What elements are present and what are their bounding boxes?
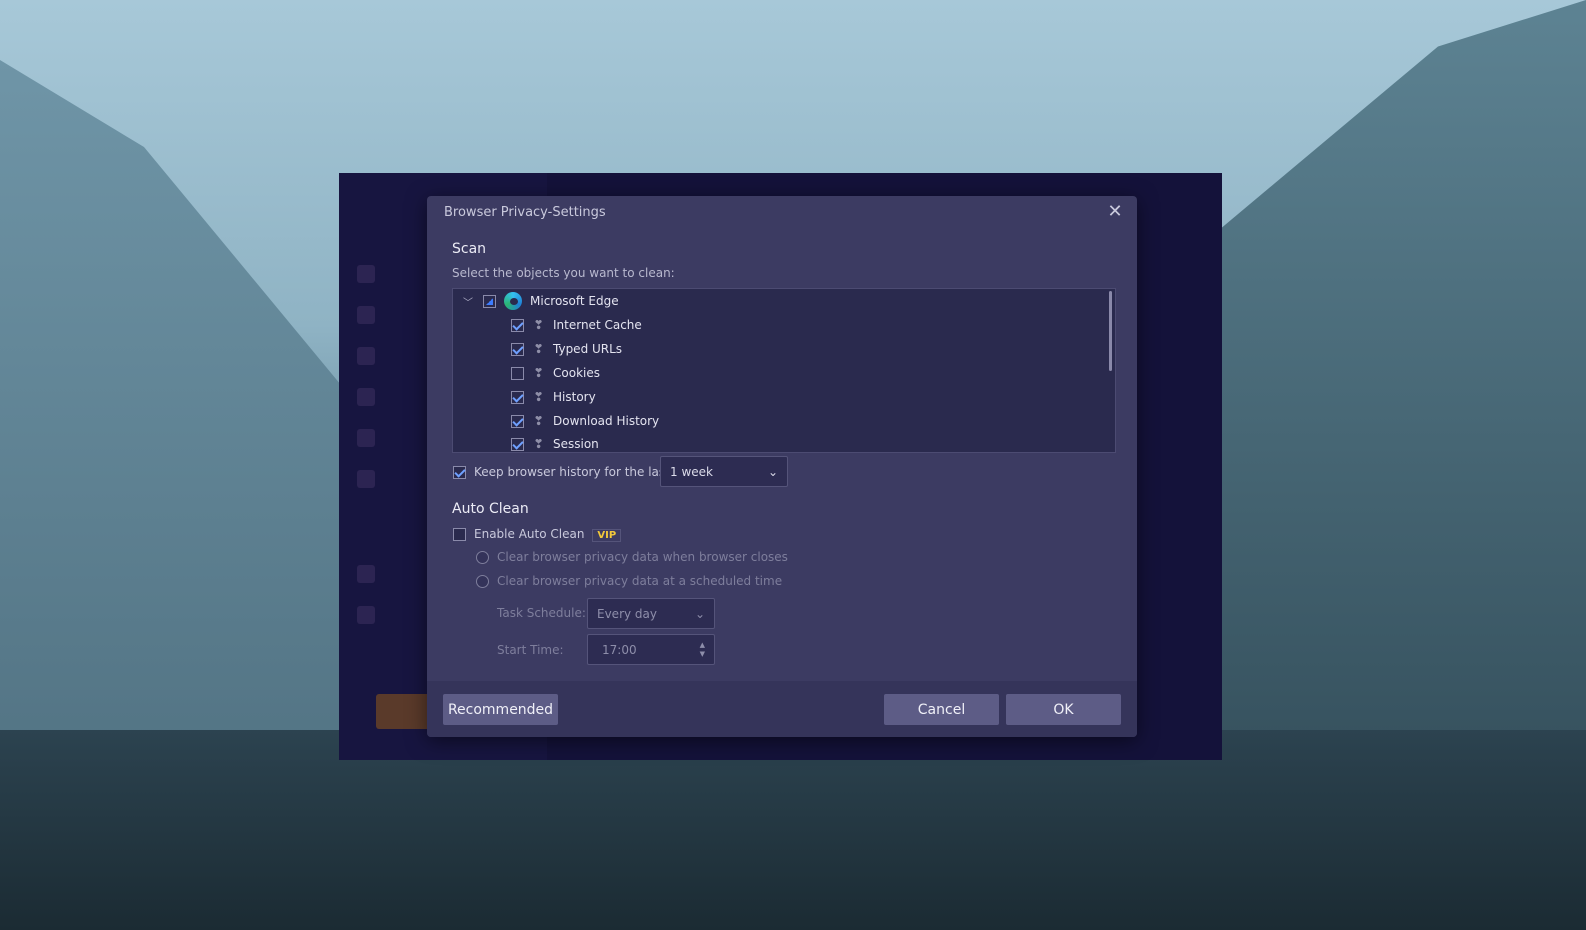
spinner-arrows-icon[interactable]: ▲ ▼ — [700, 641, 705, 659]
start-time-label: Start Time: — [497, 643, 564, 657]
dropdown-value: 1 week — [670, 464, 713, 479]
list-item[interactable]: ❣ Typed URLs — [511, 339, 622, 359]
radio-browser-closes[interactable] — [476, 550, 489, 564]
link-icon — [357, 606, 375, 624]
dialog-footer: Recommended Cancel OK — [427, 681, 1137, 737]
footprint-icon: ❣ — [533, 390, 544, 404]
item-label: Internet Cache — [553, 318, 642, 332]
chevron-down-icon: ⌄ — [767, 464, 778, 479]
download-icon — [357, 347, 375, 365]
option-label: Clear browser privacy data when browser … — [497, 550, 788, 564]
item-label: Typed URLs — [553, 342, 623, 356]
checkbox[interactable] — [511, 366, 524, 380]
keep-history-dropdown[interactable]: 1 week ⌄ — [660, 456, 788, 487]
spinner-value: 17:00 — [602, 642, 637, 657]
browser-privacy-settings-dialog: Browser Privacy-Settings ✕ Scan Select t… — [427, 196, 1137, 737]
footprint-icon: ❣ — [533, 318, 544, 332]
scan-subtitle: Select the objects you want to clean: — [452, 266, 675, 280]
item-label: Session — [553, 437, 599, 451]
checkbox[interactable] — [511, 342, 524, 356]
list-item[interactable]: ❣ Cookies — [511, 363, 600, 383]
item-label: Cookies — [553, 366, 600, 380]
privacy-icon — [357, 565, 375, 583]
list-item[interactable]: ❣ History — [511, 387, 596, 407]
list-item[interactable]: ❣ Internet Cache — [511, 315, 642, 335]
social-icon — [357, 429, 375, 447]
checkbox[interactable] — [511, 414, 524, 428]
checkbox[interactable] — [511, 437, 524, 451]
browser-label: Microsoft Edge — [530, 294, 619, 308]
ai-icon — [357, 306, 375, 324]
recommended-button[interactable]: Recommended — [443, 694, 558, 725]
background-trees — [0, 730, 1586, 930]
dialog-title: Browser Privacy-Settings — [444, 205, 606, 220]
task-schedule-label: Task Schedule: — [497, 606, 586, 620]
home-icon — [357, 265, 375, 283]
enable-auto-clean-checkbox[interactable] — [453, 527, 466, 541]
scan-tree: ﹀ Microsoft Edge ❣ Internet Cache ❣ Typed … — [452, 288, 1116, 453]
checkbox[interactable] — [511, 390, 524, 404]
vip-badge: VIP — [592, 528, 622, 542]
footprint-icon: ❣ — [533, 366, 544, 380]
chevron-down-icon: ⌄ — [694, 606, 705, 621]
keep-history-checkbox[interactable] — [453, 465, 466, 479]
footprint-icon: ❣ — [533, 342, 544, 356]
item-label: Download History — [553, 414, 660, 428]
footprint-icon: ❣ — [533, 437, 544, 451]
item-label: History — [553, 390, 596, 404]
game-icon — [357, 470, 375, 488]
dropdown-value: Every day — [597, 606, 657, 621]
streaming-icon — [357, 388, 375, 406]
task-schedule-dropdown[interactable]: Every day ⌄ — [587, 598, 715, 629]
footprint-icon: ❣ — [533, 414, 544, 428]
edge-icon — [504, 292, 522, 310]
edge-checkbox[interactable] — [483, 294, 496, 308]
checkbox[interactable] — [511, 318, 524, 332]
keep-history-label: Keep browser history for the last — [474, 465, 670, 479]
scan-heading: Scan — [452, 241, 487, 257]
option-label: Clear browser privacy data at a schedule… — [497, 574, 783, 588]
radio-scheduled[interactable] — [476, 574, 489, 588]
scrollbar[interactable] — [1109, 291, 1112, 371]
ok-button[interactable]: OK — [1006, 694, 1121, 725]
cancel-button[interactable]: Cancel — [884, 694, 999, 725]
start-time-spinner[interactable]: 17:00 ▲ ▼ — [587, 634, 715, 665]
auto-clean-heading: Auto Clean — [452, 501, 529, 517]
close-icon[interactable]: ✕ — [1105, 202, 1125, 222]
chevron-down-icon[interactable]: ﹀ — [463, 294, 475, 309]
list-item[interactable]: ❣ Session — [511, 434, 599, 454]
list-item[interactable]: ❣ Download History — [511, 411, 659, 431]
enable-auto-clean-label: Enable Auto Clean — [474, 526, 585, 541]
